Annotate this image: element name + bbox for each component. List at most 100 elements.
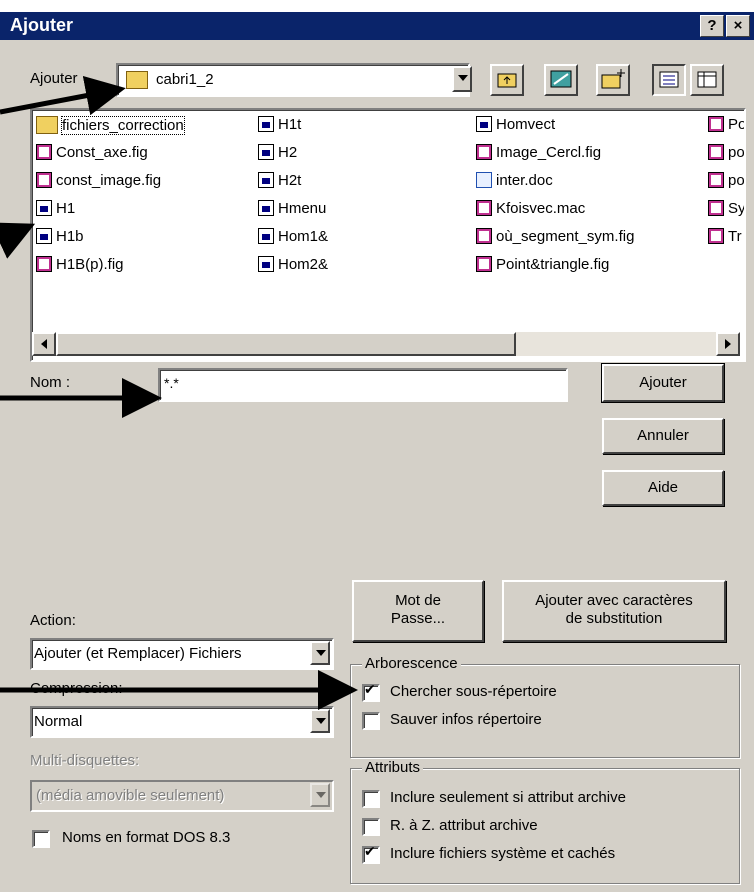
file-name: fichiers_correction (61, 116, 185, 135)
file-name: Image_Cercl.fig (496, 144, 602, 161)
search-subfolders-label: Chercher sous-répertoire (390, 683, 557, 700)
file-name: pol (728, 172, 745, 189)
save-dir-info-label: Sauver infos répertoire (390, 711, 542, 728)
file-name: Const_axe.fig (56, 144, 148, 161)
file-item[interactable]: Hmenu (258, 200, 458, 224)
cancel-button[interactable]: Annuler (602, 418, 724, 454)
figure-file-icon (708, 172, 724, 188)
file-name: Sy (728, 200, 746, 217)
application-icon (258, 228, 274, 244)
dialog-title: Ajouter (10, 15, 73, 35)
file-name: Point&triangle.fig (496, 256, 610, 273)
file-item[interactable]: H2 (258, 144, 458, 168)
application-icon (36, 200, 52, 216)
compression-dropdown-arrow[interactable] (310, 709, 330, 733)
action-dropdown[interactable]: Ajouter (et Remplacer) Fichiers (30, 638, 334, 670)
file-item[interactable]: Image_Cercl.fig (476, 144, 696, 168)
file-item[interactable]: fichiers_correction (36, 116, 236, 140)
dos-names-label: Noms en format DOS 8.3 (62, 829, 231, 846)
file-item[interactable]: H2t (258, 172, 458, 196)
figure-file-icon (36, 256, 52, 272)
name-label: Nom : (30, 374, 71, 391)
figure-file-icon (708, 228, 724, 244)
horizontal-scrollbar[interactable] (32, 332, 740, 356)
name-input[interactable]: *.* (158, 368, 568, 402)
include-system-checkbox[interactable] (362, 844, 380, 864)
details-view-button[interactable] (690, 64, 724, 96)
search-subfolders-checkbox[interactable] (362, 682, 380, 702)
add-dialog: Ajouter ? × Ajouter cabri1_2 fichiers_co… (0, 12, 754, 892)
scroll-thumb[interactable] (56, 332, 516, 356)
application-icon (258, 116, 274, 132)
save-dir-info-checkbox[interactable] (362, 712, 380, 730)
compression-value: Normal (34, 713, 83, 730)
file-item[interactable]: inter.doc (476, 172, 696, 196)
scroll-left-button[interactable] (32, 332, 56, 356)
file-name: Tr (728, 228, 742, 245)
add-button[interactable]: Ajouter (602, 364, 724, 402)
file-item[interactable]: Homvect (476, 116, 696, 140)
figure-file-icon (476, 200, 492, 216)
file-item[interactable]: Point&triangle.fig (476, 256, 696, 280)
file-name: inter.doc (496, 172, 553, 189)
password-button[interactable]: Mot de Passe... (352, 580, 484, 642)
file-name: H2t (278, 172, 302, 189)
folder-icon (126, 71, 148, 89)
file-name: pol (728, 144, 745, 161)
file-item[interactable]: Tr (708, 228, 744, 252)
file-name: Hom1& (278, 228, 329, 245)
file-item[interactable]: Kfoisvec.mac (476, 200, 696, 224)
file-item[interactable]: H1 (36, 200, 236, 224)
reset-archive-label: R. à Z. attribut archive (390, 817, 538, 834)
file-item[interactable]: const_image.fig (36, 172, 236, 196)
multidisk-dropdown-arrow[interactable] (310, 783, 330, 807)
scroll-right-button[interactable] (716, 332, 740, 356)
file-item[interactable]: où_segment_sym.fig (476, 228, 696, 252)
archive-only-checkbox[interactable] (362, 790, 380, 808)
close-button[interactable]: × (726, 15, 750, 37)
up-folder-button[interactable] (490, 64, 524, 96)
file-item[interactable]: Sy (708, 200, 746, 224)
wildcard-line1: Ajouter avec caractères (535, 592, 693, 609)
multidisk-dropdown[interactable]: (média amovible seulement) (30, 780, 334, 812)
application-icon (36, 228, 52, 244)
action-label: Action: (30, 612, 76, 629)
add-wildcard-button[interactable]: Ajouter avec caractères de substitution (502, 580, 726, 642)
file-name: H1t (278, 116, 302, 133)
compression-dropdown[interactable]: Normal (30, 706, 334, 738)
file-name: H1b (56, 228, 84, 245)
look-in-value: cabri1_2 (156, 71, 214, 88)
file-item[interactable]: Hom1& (258, 228, 458, 252)
reset-archive-checkbox[interactable] (362, 818, 380, 836)
list-view-button[interactable] (652, 64, 686, 96)
new-folder-button[interactable] (596, 64, 630, 96)
file-item[interactable]: H1b (36, 228, 236, 252)
action-value: Ajouter (et Remplacer) Fichiers (34, 645, 242, 662)
add-button-label: Ajouter (639, 374, 687, 391)
help-button-label: Aide (647, 479, 679, 496)
file-item[interactable]: pol (708, 172, 745, 196)
help-title-button[interactable]: ? (700, 15, 724, 37)
file-item[interactable]: Const_axe.fig (36, 144, 236, 168)
desktop-icon (550, 70, 572, 88)
dos-names-checkbox[interactable] (32, 830, 50, 848)
file-item[interactable]: Hom2& (258, 256, 458, 280)
file-item[interactable]: H1t (258, 116, 458, 140)
look-in-dropdown-arrow[interactable] (452, 66, 472, 92)
file-name: Po (728, 116, 746, 133)
password-line1: Mot de (395, 592, 441, 609)
desktop-button[interactable] (544, 64, 578, 96)
up-folder-icon (497, 73, 517, 88)
file-name: const_image.fig (56, 172, 162, 189)
help-button[interactable]: Aide (602, 470, 724, 506)
file-item[interactable]: H1B(p).fig (36, 256, 236, 280)
file-item[interactable]: Po (708, 116, 746, 140)
file-item[interactable]: pol (708, 144, 745, 168)
document-icon (476, 172, 492, 188)
include-system-label: Inclure fichiers système et cachés (390, 845, 616, 862)
file-name: H1B(p).fig (56, 256, 124, 273)
file-list[interactable]: fichiers_correction Const_axe.fig const_im… (30, 108, 746, 362)
figure-file-icon (476, 256, 492, 272)
look-in-dropdown[interactable]: cabri1_2 (116, 63, 470, 97)
action-dropdown-arrow[interactable] (310, 641, 330, 665)
